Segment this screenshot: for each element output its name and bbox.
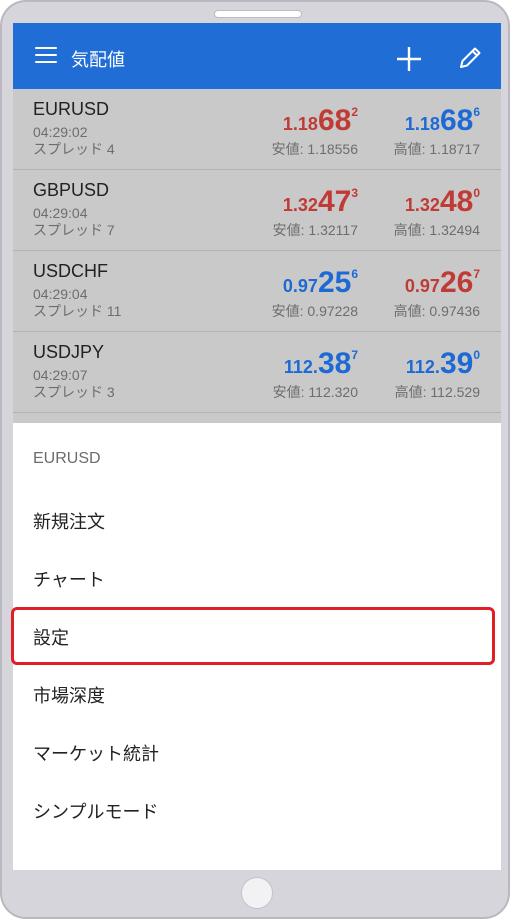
menu-item-label: 新規注文 (33, 512, 105, 532)
menu-item-market-depth[interactable]: 市場深度 (13, 671, 501, 721)
spread-label: スプレッド 3 (33, 384, 115, 400)
quote-time: 04:29:04 (33, 286, 88, 302)
spread-label: スプレッド 11 (33, 303, 122, 319)
symbol-name: EURUSD (33, 99, 110, 119)
ask-price-sup: 0 (473, 186, 480, 200)
phone-frame: 気配値 EURUSD 04:29:02 スプレッド 4 1.18682 1.18686 安… (0, 0, 510, 919)
spread-label: スプレッド 7 (33, 222, 115, 238)
quote-row[interactable]: EURUSD 04:29:02 スプレッド 4 1.18682 1.18686 安値: 1… (13, 89, 501, 170)
low-price: 安値: 0.97228 (271, 303, 358, 319)
menu-item-label: マーケット統計 (33, 744, 159, 764)
bid-price-sup: 6 (351, 267, 358, 281)
screen: 気配値 EURUSD 04:29:02 スプレッド 4 1.18682 1.18686 安… (13, 23, 501, 870)
quotes-list: EURUSD 04:29:02 スプレッド 4 1.18682 1.18686 安値: 1… (13, 89, 501, 423)
home-button[interactable] (241, 877, 273, 909)
context-menu-header: EURUSD (33, 450, 101, 467)
bid-price-big: 38 (317, 347, 352, 380)
bid-price: 1.18682 (283, 95, 358, 137)
symbol-name: USDJPY (33, 342, 105, 362)
ask-price-big: 48 (439, 185, 474, 218)
bid-price-small: 112. (283, 357, 318, 377)
bid-price: 1.32473 (283, 176, 358, 218)
ask-price-sup: 7 (473, 267, 480, 281)
quote-time: 04:29:07 (33, 367, 88, 383)
low-price: 安値: 1.18556 (271, 141, 358, 157)
ask-price-big: 26 (439, 266, 474, 299)
bid-price-small: 1.32 (282, 195, 318, 215)
bid-price-small: 0.97 (282, 276, 318, 296)
ask-price-small: 1.32 (404, 195, 440, 215)
ask-price-sup: 6 (473, 105, 480, 119)
app-bar: 気配値 (13, 23, 501, 89)
bid-price: 0.97256 (283, 257, 358, 299)
hamburger-menu-icon[interactable] (35, 47, 57, 65)
ask-price-small: 1.18 (404, 114, 440, 134)
quote-time: 04:29:02 (33, 124, 88, 140)
spread-label: スプレッド 4 (33, 141, 115, 157)
menu-item-label: 市場深度 (33, 686, 105, 706)
bid-price: 112.387 (284, 338, 358, 380)
quote-row[interactable]: GBPUSD 04:29:04 スプレッド 7 1.32473 1.32480 安値: 1… (13, 170, 501, 251)
low-price: 安値: 1.32117 (272, 222, 358, 238)
quote-time: 04:29:04 (33, 205, 88, 221)
high-price: 高値: 1.32494 (393, 222, 480, 238)
ask-price-small: 0.97 (404, 276, 440, 296)
ask-price: 1.32480 (405, 176, 480, 218)
ask-price-sup: 0 (473, 348, 480, 362)
symbol-name: GBPUSD (33, 180, 110, 200)
ask-price-small: 112. (405, 357, 440, 377)
low-price: 安値: 112.320 (272, 384, 358, 400)
menu-item-label: シンプルモード (33, 802, 159, 822)
high-price: 高値: 1.18717 (393, 141, 480, 157)
bid-price-big: 47 (317, 185, 352, 218)
menu-item-new-order[interactable]: 新規注文 (13, 497, 501, 547)
bid-price-small: 1.18 (282, 114, 318, 134)
highlight-box (11, 607, 495, 665)
ask-price: 112.390 (406, 338, 480, 380)
ask-price: 1.18686 (405, 95, 480, 137)
bid-price-sup: 2 (351, 105, 358, 119)
high-price: 高値: 0.97436 (393, 303, 480, 319)
menu-item-simple-mode[interactable]: シンプルモード (13, 787, 501, 837)
page-title: 気配値 (71, 50, 125, 70)
bid-price-sup: 7 (351, 348, 358, 362)
pencil-icon[interactable] (457, 45, 483, 71)
menu-item-chart[interactable]: チャート (13, 555, 501, 605)
symbol-name: USDCHF (33, 261, 108, 281)
ask-price-big: 39 (439, 347, 474, 380)
bid-price-big: 25 (317, 266, 352, 299)
bid-price-big: 68 (317, 104, 352, 137)
bid-price-sup: 3 (351, 186, 358, 200)
high-price: 高値: 112.529 (394, 384, 480, 400)
quote-row[interactable]: USDCHF 04:29:04 スプレッド 11 0.97256 0.97267 安値: … (13, 251, 501, 332)
speaker-slot (214, 10, 302, 18)
ask-price-big: 68 (439, 104, 474, 137)
plus-icon[interactable] (396, 46, 422, 72)
ask-price: 0.97267 (405, 257, 480, 299)
menu-item-market-statistics[interactable]: マーケット統計 (13, 729, 501, 779)
menu-item-label: チャート (33, 570, 105, 590)
quote-row[interactable]: USDJPY 04:29:07 スプレッド 3 112.387 112.390 安値: 1… (13, 332, 501, 413)
